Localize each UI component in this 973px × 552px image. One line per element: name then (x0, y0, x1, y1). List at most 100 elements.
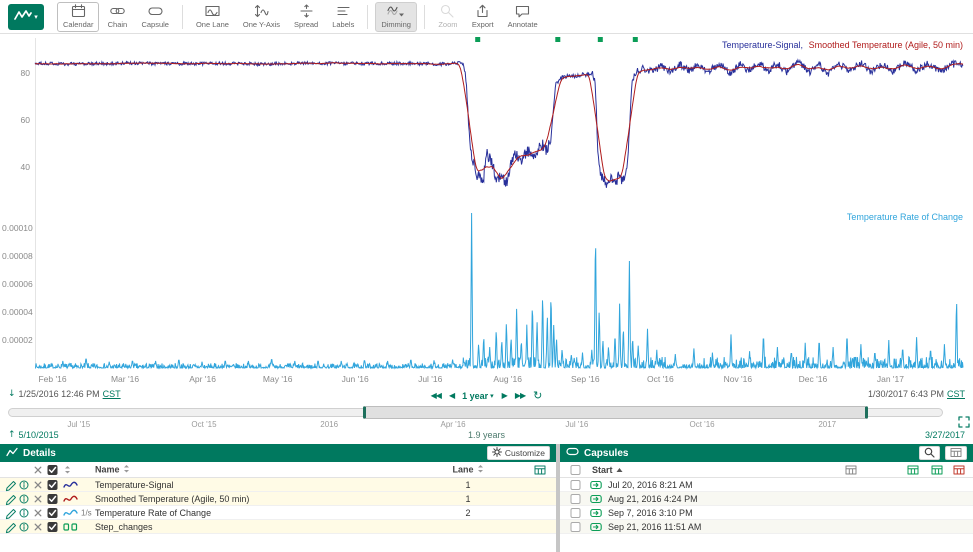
zoom-icon (440, 4, 455, 19)
capsule-row[interactable]: Sep 7, 2016 3:10 PM (560, 506, 973, 520)
capsule-checkbox[interactable] (570, 507, 581, 518)
toolbar-button-label: Calendar (63, 20, 93, 29)
legend-rate-of-change: Temperature Rate of Change (847, 212, 963, 222)
item-name: Temperature-Signal (95, 480, 174, 490)
info-icon[interactable] (19, 480, 29, 490)
details-row[interactable]: Step_changes (0, 520, 556, 534)
remove-icon[interactable] (34, 495, 42, 503)
spread-icon (299, 4, 314, 19)
columns-icon[interactable] (534, 464, 546, 475)
capsule-checkbox[interactable] (570, 479, 581, 490)
remove-all-icon[interactable] (34, 466, 42, 474)
export-icon (475, 4, 490, 19)
dimming-icon (387, 4, 405, 19)
step-forward-half-icon[interactable]: ▶ (502, 391, 507, 400)
start-column-header[interactable]: Start (592, 465, 623, 475)
sort-icon (477, 464, 484, 475)
item-checkbox[interactable] (47, 479, 58, 490)
capsule-start: Sep 21, 2016 11:51 AM (608, 522, 701, 532)
trend-chart[interactable]: Temperature-Signal, Smoothed Temperature… (0, 34, 973, 388)
toolbar-separator (424, 5, 425, 29)
details-row[interactable]: Smoothed Temperature (Agile, 50 min)1 (0, 492, 556, 506)
name-column-header[interactable]: Name (95, 464, 130, 475)
remove-icon[interactable] (34, 509, 42, 517)
toolbar-button-dimming[interactable]: Dimming (375, 2, 417, 32)
capsule-checkbox[interactable] (570, 521, 581, 532)
item-checkbox[interactable] (47, 521, 58, 532)
overview-track[interactable] (8, 408, 943, 417)
add-capsule-column-icon[interactable] (907, 464, 919, 475)
capsules-icon (566, 447, 579, 459)
trend-view-menu-button[interactable]: ▾ (8, 4, 44, 30)
duration-button[interactable]: 1 year ▾ (462, 391, 494, 401)
details-row[interactable]: Temperature-Signal 1 (0, 478, 556, 492)
toolbar-button-export[interactable]: Export (466, 2, 500, 32)
item-checkbox[interactable] (47, 493, 58, 504)
toolbar-button-annotate[interactable]: Annotate (502, 2, 544, 32)
pencil-icon[interactable] (5, 520, 18, 533)
annotate-icon (515, 4, 530, 19)
info-icon[interactable] (19, 522, 29, 532)
capsule-row[interactable]: Sep 21, 2016 11:51 AM (560, 520, 973, 534)
toolbar-button-chain[interactable]: Chain (101, 2, 133, 32)
seeq-workbench: ▾ Calendar ChainCapsule One Lane One Y-Axis… (0, 0, 973, 552)
pencil-icon[interactable] (5, 478, 18, 491)
capsule-row[interactable]: Aug 21, 2016 4:24 PM (560, 492, 973, 506)
toolbar-button-capsule[interactable]: Capsule (135, 2, 175, 32)
lane-column-header[interactable]: Lane (445, 464, 491, 475)
capsule-marker[interactable] (633, 37, 638, 42)
step-back-half-icon[interactable]: ◀ (449, 391, 454, 400)
select-all-checkbox[interactable] (47, 464, 58, 475)
sort-icon[interactable] (64, 465, 71, 474)
overview-tick-label: 2017 (818, 420, 836, 429)
remove-icon[interactable] (34, 481, 42, 489)
remove-icon[interactable] (34, 523, 42, 531)
display-range-end[interactable]: 1/30/2017 6:43 PM CST (868, 389, 965, 399)
pencil-icon[interactable] (5, 492, 18, 505)
capsule-marker[interactable] (555, 37, 560, 42)
capsule-icon[interactable] (590, 494, 602, 503)
toolbar-button-spread[interactable]: Spread (288, 2, 324, 32)
step-back-full-icon[interactable]: ◀◀ (431, 391, 441, 400)
step-forward-full-icon[interactable]: ▶▶ (515, 391, 525, 400)
lane1-legend: Temperature-Signal, Smoothed Temperature… (719, 40, 963, 50)
toolbar-button-one-y-axis[interactable]: One Y-Axis (237, 2, 286, 32)
start-column-label: Start (592, 465, 613, 475)
capsule-marker[interactable] (598, 37, 603, 42)
toolbar-button-label: One Y-Axis (243, 20, 280, 29)
x-axis-tick: Sep '16 (571, 374, 600, 384)
x-axis-tick: Nov '16 (724, 374, 753, 384)
capsule-columns-button[interactable] (945, 446, 967, 460)
range-end-text[interactable]: 1/30/2017 6:43 PM (868, 389, 944, 399)
pencil-icon[interactable] (5, 506, 18, 519)
info-icon[interactable] (19, 494, 29, 504)
capsule-row[interactable]: Jul 20, 2016 8:21 AM (560, 478, 973, 492)
capsule-search-button[interactable] (919, 446, 940, 460)
customize-button[interactable]: Customize (487, 446, 550, 460)
capsule-icon[interactable] (590, 480, 602, 489)
item-lane: 1 (445, 480, 491, 490)
toolbar-button-labels[interactable]: Labels (326, 2, 360, 32)
refresh-icon[interactable]: ↻ (533, 389, 542, 402)
capsule-checkbox[interactable] (570, 493, 581, 504)
select-all-capsules-checkbox[interactable] (570, 464, 581, 475)
capsule-icon[interactable] (590, 508, 602, 517)
remove-capsule-column-icon[interactable] (953, 464, 965, 475)
filter-columns-icon[interactable] (845, 464, 857, 475)
capsule-marker[interactable] (475, 37, 480, 42)
toolbar-button-label: Labels (332, 20, 354, 29)
capsule-grid-icon[interactable] (931, 464, 943, 475)
display-range-bar: ↓ 1/25/2016 12:46 PM CST ◀◀ ◀ 1 year ▾ ▶… (0, 388, 973, 403)
capsule-icon[interactable] (590, 522, 602, 531)
overview-tick-label: Jul '15 (67, 420, 90, 429)
overview-timebar: Jul '15Oct '152016Apr '16Jul '16Oct '162… (0, 403, 973, 429)
details-row[interactable]: 1/sTemperature Rate of Change2 (0, 506, 556, 520)
toolbar-button-calendar[interactable]: Calendar (57, 2, 99, 32)
item-checkbox[interactable] (47, 507, 58, 518)
overview-selection-handle[interactable] (363, 406, 868, 419)
toolbar-separator (367, 5, 368, 29)
toolbar-button-one-lane[interactable]: One Lane (190, 2, 235, 32)
timezone-link[interactable]: CST (947, 389, 965, 399)
x-axis-tick: Oct '16 (647, 374, 674, 384)
info-icon[interactable] (19, 508, 29, 518)
